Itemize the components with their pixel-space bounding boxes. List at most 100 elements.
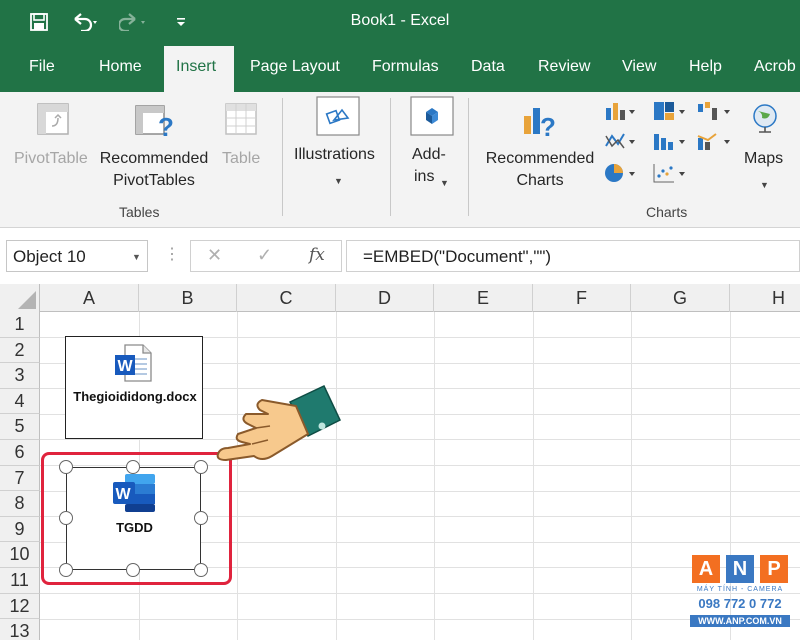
insert-function-icon[interactable]: fx (309, 245, 325, 265)
table-label: Table (222, 150, 261, 167)
select-all-triangle-icon (18, 291, 36, 309)
pointing-hand-icon (216, 385, 341, 461)
name-box[interactable]: Object 10 (6, 240, 148, 272)
tab-view[interactable]: View (622, 58, 656, 76)
title-bar: Book1 - Excel (0, 0, 800, 46)
pie-chart-icon[interactable] (604, 162, 636, 184)
globe-icon (753, 104, 777, 133)
maps-label: Maps (744, 150, 784, 167)
watermark-letter: N (726, 555, 754, 583)
row-header-1[interactable]: 1 (0, 312, 40, 338)
charts-group-label: Charts (646, 204, 688, 220)
formula-bar: Object 10 ▼ ⋮ ✕ ✓ fx =EMBED("Document","… (0, 228, 800, 284)
ribbon-separator (468, 98, 469, 216)
column-header-f[interactable]: F (533, 284, 631, 312)
formula-buttons: ✕ ✓ fx (190, 240, 342, 272)
svg-text:?: ? (540, 112, 556, 140)
row-header-13[interactable]: 13 (0, 619, 40, 640)
combo-chart-icon[interactable] (696, 130, 732, 152)
tab-acrobat[interactable]: Acrob (754, 58, 796, 76)
addins-caret-icon: ▼ (440, 178, 449, 188)
table-icon (225, 103, 257, 135)
column-header-e[interactable]: E (434, 284, 533, 312)
gridline (40, 439, 800, 441)
watermark-phone: 098 772 0 772 (698, 596, 782, 611)
row-header-12[interactable]: 12 (0, 593, 40, 620)
column-headers: A B C D E F G H (0, 284, 800, 312)
addins-label-1: Add- (412, 146, 446, 163)
recommended-charts-label-2: Charts (516, 172, 564, 189)
anp-watermark: A N P MÁY TÍNH - CAMERA 098 772 0 772 WW… (690, 555, 790, 630)
maps-caret-icon: ▼ (760, 180, 769, 190)
cancel-icon[interactable]: ✕ (207, 245, 222, 266)
highlight-box (41, 452, 232, 585)
row-header-6[interactable]: 6 (0, 440, 40, 466)
recommended-charts-label-1: Recommended (485, 150, 595, 167)
tab-file[interactable]: File (29, 58, 55, 76)
ribbon-separator (390, 98, 391, 216)
watermark-url: WWW.ANP.COM.VN (690, 615, 790, 627)
line-chart-icon[interactable] (604, 130, 636, 152)
name-box-caret-icon[interactable]: ▼ (132, 252, 141, 262)
column-header-a[interactable]: A (40, 284, 139, 312)
window-title: Book1 - Excel (350, 12, 450, 29)
tab-home[interactable]: Home (99, 58, 142, 76)
row-header-8[interactable]: 8 (0, 491, 40, 517)
row-header-3[interactable]: 3 (0, 363, 40, 389)
tab-formulas[interactable]: Formulas (372, 58, 439, 76)
row-header-5[interactable]: 5 (0, 414, 40, 440)
watermark-letter: P (760, 555, 788, 583)
svg-text:?: ? (158, 112, 174, 142)
gridline (533, 312, 534, 640)
pivottable-icon (37, 103, 69, 135)
gridline (40, 593, 800, 594)
tab-data[interactable]: Data (471, 58, 505, 76)
tab-insert[interactable]: Insert (176, 58, 216, 76)
row-header-7[interactable]: 7 (0, 465, 40, 492)
recommended-pivottables-icon: ? (135, 105, 174, 142)
ribbon: PivotTable ? Recommended PivotTables Tab… (0, 92, 800, 228)
gridline (434, 312, 435, 640)
row-header-9[interactable]: 9 (0, 516, 40, 543)
addins-label-2: ins (414, 168, 435, 185)
watermark-subtitle: MÁY TÍNH - CAMERA (696, 586, 784, 593)
recommended-pivottables-label-1: Recommended (99, 150, 209, 167)
svg-text:W: W (118, 358, 134, 375)
select-all-corner[interactable] (0, 284, 40, 312)
column-header-g[interactable]: G (631, 284, 730, 312)
waterfall-chart-icon[interactable] (696, 100, 732, 122)
scatter-chart-icon[interactable] (652, 162, 686, 184)
illustrations-caret-icon: ▼ (334, 176, 343, 186)
tables-group-label: Tables (119, 204, 160, 220)
recommended-charts-icon: ? (524, 108, 556, 140)
column-header-h[interactable]: H (730, 284, 800, 312)
ribbon-separator (282, 98, 283, 216)
row-header-4[interactable]: 4 (0, 388, 40, 415)
gridline (631, 312, 632, 640)
row-header-10[interactable]: 10 (0, 542, 40, 568)
formula-input[interactable]: =EMBED("Document","") (346, 240, 800, 272)
enter-icon[interactable]: ✓ (257, 245, 272, 266)
column-header-d[interactable]: D (336, 284, 434, 312)
tab-help[interactable]: Help (689, 58, 722, 76)
column-header-b[interactable]: B (139, 284, 237, 312)
statistic-chart-icon[interactable] (652, 130, 686, 152)
hierarchy-chart-icon[interactable] (652, 100, 686, 122)
gridline (237, 312, 238, 640)
pivottable-label: PivotTable (14, 150, 88, 167)
word-document-icon: W (115, 344, 152, 382)
illustrations-icon (316, 96, 360, 136)
watermark-letter: A (692, 555, 720, 583)
tab-review[interactable]: Review (538, 58, 590, 76)
document-caption: Thegioididong.docx (73, 389, 197, 404)
column-header-c[interactable]: C (237, 284, 336, 312)
addins-icon (410, 96, 454, 136)
row-header-2[interactable]: 2 (0, 337, 40, 364)
recommended-pivottables-label-2: PivotTables (113, 172, 195, 189)
formula-bar-grip-icon[interactable]: ⋮ (164, 244, 180, 264)
embedded-document-thegioididong[interactable]: W Thegioididong.docx (65, 336, 203, 439)
tab-page-layout[interactable]: Page Layout (250, 58, 340, 76)
column-chart-icon[interactable] (604, 100, 636, 122)
ribbon-tabs: File Home Insert Page Layout Formulas Da… (0, 46, 800, 92)
row-header-11[interactable]: 11 (0, 568, 40, 594)
